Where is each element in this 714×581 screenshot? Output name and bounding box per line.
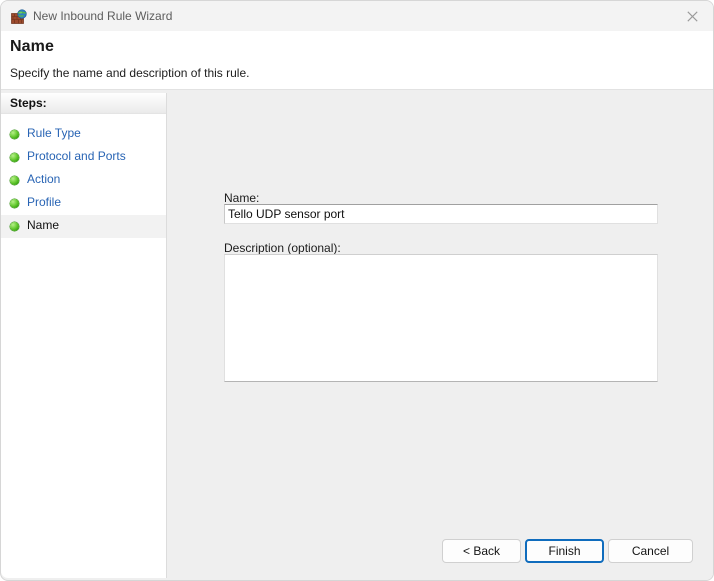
sidebar-item-action[interactable]: Action (1, 169, 166, 192)
sidebar-item-label: Name (27, 218, 59, 232)
page-subtitle: Specify the name and description of this… (10, 66, 249, 80)
green-sphere-icon (10, 176, 19, 185)
name-input[interactable] (224, 204, 658, 224)
wizard-window: New Inbound Rule Wizard Name Specify the… (0, 0, 714, 581)
steps-header-label: Steps: (10, 96, 47, 110)
name-label: Name: (224, 191, 259, 205)
sidebar-item-label: Protocol and Ports (27, 149, 126, 163)
close-icon[interactable] (669, 1, 714, 31)
description-input[interactable] (224, 254, 658, 382)
green-sphere-icon (10, 199, 19, 208)
green-sphere-icon (10, 222, 19, 231)
finish-button[interactable]: Finish (525, 539, 604, 563)
sidebar-item-protocol-and-ports[interactable]: Protocol and Ports (1, 146, 166, 169)
sidebar-item-label: Profile (27, 195, 61, 209)
cancel-button[interactable]: Cancel (608, 539, 693, 563)
green-sphere-icon (10, 153, 19, 162)
title-bar: New Inbound Rule Wizard (1, 1, 714, 31)
steps-sidebar: Steps: Rule Type Protocol and Ports Acti… (5, 93, 167, 578)
page-title: Name (10, 38, 54, 56)
sidebar-item-profile[interactable]: Profile (1, 192, 166, 215)
firewall-globe-icon (11, 9, 27, 25)
steps-header: Steps: (1, 93, 166, 114)
page-header: Name Specify the name and description of… (1, 31, 714, 90)
description-label: Description (optional): (224, 241, 341, 255)
green-sphere-icon (10, 130, 19, 139)
sidebar-item-name[interactable]: Name (1, 215, 166, 238)
main-content: Name: Description (optional): (168, 91, 714, 581)
window-title: New Inbound Rule Wizard (33, 8, 172, 24)
sidebar-item-label: Rule Type (27, 126, 81, 140)
sidebar-item-rule-type[interactable]: Rule Type (1, 123, 166, 146)
back-button[interactable]: < Back (442, 539, 521, 563)
steps-sidebar-panel: Steps: Rule Type Protocol and Ports Acti… (1, 93, 167, 578)
sidebar-item-label: Action (27, 172, 60, 186)
